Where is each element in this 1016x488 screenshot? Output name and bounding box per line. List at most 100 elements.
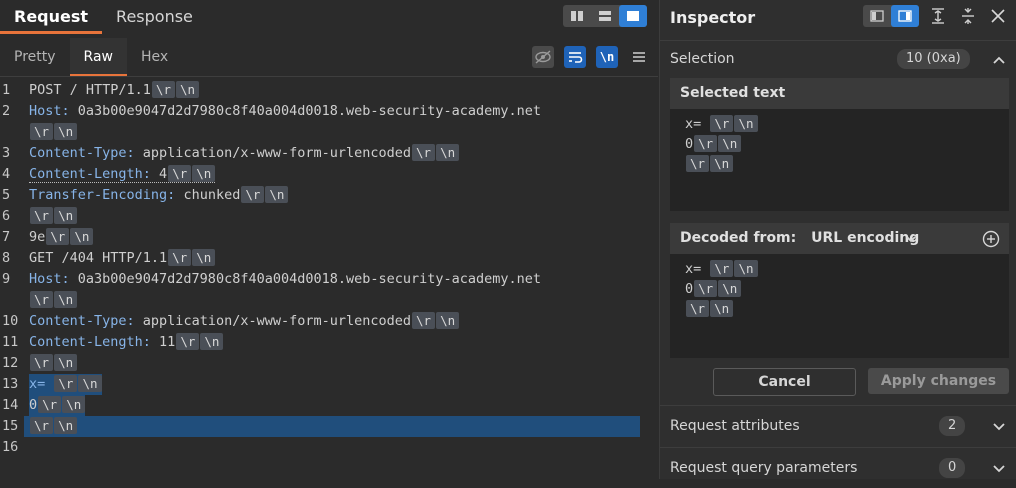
lf-token: \n [710, 155, 734, 172]
menu-icon[interactable] [628, 46, 650, 68]
request-response-tabs: Request Response [0, 0, 207, 34]
lf-token: \n [54, 291, 78, 308]
editor-line: 4 Content-Length: 4 \r \n [0, 164, 640, 185]
inspector-panel: Inspector Selection 10 (0xa) Selected te… [659, 0, 1016, 479]
cr-token: \r [168, 249, 192, 266]
chevron-down-icon[interactable] [904, 232, 918, 246]
line-number: 15 [0, 416, 24, 437]
lf-token: \n [265, 186, 289, 203]
decoded-from-header: Decoded from: URL encoding [670, 223, 1009, 254]
editor-line: 7 9e \r \n [0, 227, 640, 248]
lf-token: \n [70, 228, 94, 245]
chunk-terminator: 0 [29, 397, 38, 413]
header-name: Host: [29, 103, 70, 119]
sidebar-right-icon [898, 10, 912, 22]
tab-pretty[interactable]: Pretty [0, 38, 70, 76]
expand-all-icon[interactable] [927, 5, 949, 27]
header-value: application/x-www-form-urlencoded [134, 313, 412, 329]
request-query-parameters-section[interactable]: Request query parameters 0 [660, 447, 1016, 488]
editor-line: 16 [0, 437, 640, 458]
cr-token: \r [694, 280, 718, 297]
lf-token: \n [62, 396, 86, 413]
layout-single-button[interactable] [619, 5, 647, 27]
header-name: Content-Length: [29, 166, 151, 182]
cr-token: \r [54, 375, 78, 392]
wrap-icon [569, 52, 583, 63]
editor-line: 14 0 \r \n [0, 395, 640, 416]
cr-token: \r [30, 207, 54, 224]
apply-changes-button[interactable]: Apply changes [868, 368, 1009, 394]
cr-token: \r [30, 417, 54, 434]
cancel-button[interactable]: Cancel [713, 368, 856, 396]
editor-line: 3 Content-Type: application/x-www-form-u… [0, 143, 640, 164]
lf-token: \n [78, 375, 102, 392]
add-decoding-icon[interactable] [982, 230, 1000, 248]
decoded-value[interactable]: x= \r \n 0 \r \n \r \n [670, 254, 1009, 319]
line-number: 4 [2, 166, 11, 182]
cr-token: \r [412, 312, 436, 329]
lf-token: \n [192, 249, 216, 266]
collapse-all-icon[interactable] [957, 5, 979, 27]
view-mode-bar: Pretty Raw Hex \n [0, 38, 658, 77]
cr-token: \r [686, 300, 710, 317]
cr-token: \r [30, 123, 54, 140]
cr-token: \r [168, 165, 192, 182]
line-number: 7 [2, 229, 11, 245]
close-icon[interactable] [987, 5, 1009, 27]
request-attributes-label: Request attributes [670, 418, 800, 434]
request-attributes-count: 2 [939, 416, 966, 436]
cr-token: \r [241, 186, 265, 203]
header-name: Host: [29, 271, 70, 287]
eye-slash-icon [535, 50, 551, 64]
tab-hex[interactable]: Hex [127, 38, 182, 76]
cr-token: \r [46, 228, 70, 245]
single-pane-icon [627, 11, 639, 21]
hide-nonprintable-button[interactable] [532, 46, 554, 68]
show-newlines-button[interactable]: \n [596, 46, 618, 68]
decoded-line: x= [685, 261, 702, 277]
line-number: 3 [2, 145, 11, 161]
editor-line: 11 Content-Length: 11 \r \n [0, 332, 640, 353]
header-value: 0a3b00e9047d2d7980c8f40a004d0018.web-sec… [69, 103, 542, 119]
header-value: 4 [150, 166, 168, 182]
inspector-layout-right-button[interactable] [891, 5, 919, 27]
tab-response[interactable]: Response [102, 0, 207, 34]
header-name: Transfer-Encoding: [29, 187, 176, 203]
layout-side-by-side-button[interactable] [563, 5, 591, 27]
selection-section-header[interactable]: Selection 10 (0xa) [660, 40, 1016, 77]
query-params-label: Request query parameters [670, 460, 858, 476]
line-number: 12 [2, 355, 19, 371]
cr-token: \r [710, 115, 734, 132]
inspector-layout-left-button[interactable] [863, 5, 891, 27]
wrap-lines-button[interactable] [564, 46, 586, 68]
raw-request-editor[interactable]: 1 POST / HTTP/1.1 \r \n 2 Host: 0a3b00e904… [0, 80, 650, 479]
cr-token: \r [176, 333, 200, 350]
editor-line: 2 Host: 0a3b00e9047d2d7980c8f40a004d0018… [0, 101, 640, 122]
query-params-count: 0 [939, 458, 966, 478]
chevron-down-icon [993, 423, 1005, 431]
request-panel: Request Response Pretty Raw Hex \n 1 POS… [0, 0, 658, 479]
line-number: 5 [2, 187, 11, 203]
layout-stacked-button[interactable] [591, 5, 619, 27]
lf-token: \n [734, 115, 758, 132]
editor-line-selected: 15 \r \n [0, 416, 640, 437]
rows-icon [599, 11, 611, 21]
line-number: 1 [2, 82, 11, 98]
cr-token: \r [30, 354, 54, 371]
inspector-title: Inspector [670, 7, 756, 27]
selected-text-header: Selected text [670, 78, 1009, 109]
lf-token: \n [436, 312, 460, 329]
lf-token: \n [192, 165, 216, 182]
lf-token: \n [54, 417, 78, 434]
lf-token: \n [718, 280, 742, 297]
lf-token: \n [54, 354, 78, 371]
tab-raw[interactable]: Raw [69, 38, 127, 76]
editor-line: 1 POST / HTTP/1.1 \r \n [0, 80, 640, 101]
decoded-panel: Decoded from: URL encoding x= \r \n 0 \r \n… [670, 223, 1009, 358]
cr-token: \r [686, 155, 710, 172]
editor-line: 6 \r \n [0, 206, 640, 227]
tab-request[interactable]: Request [0, 0, 103, 34]
selected-text-value[interactable]: x= \r \n 0 \r \n \r \n [670, 109, 1009, 174]
header-value: 0a3b00e9047d2d7980c8f40a004d0018.web-sec… [69, 271, 542, 287]
request-attributes-section[interactable]: Request attributes 2 [660, 405, 1016, 446]
